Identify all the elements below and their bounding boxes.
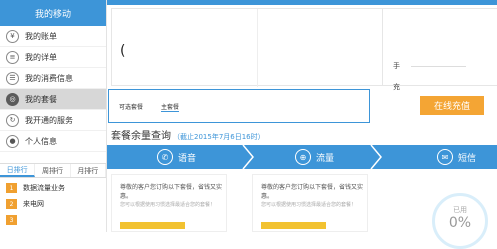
tab-main-package[interactable]: 主套餐 [161, 102, 180, 112]
tab-weekly[interactable]: 周排行 [35, 164, 71, 177]
amount-label: 充 [393, 83, 400, 91]
phone-icon: ✆ [157, 149, 173, 165]
package-icon: ◎ [6, 92, 19, 106]
mail-icon: ✉ [437, 149, 453, 165]
top-accent-bar [107, 0, 497, 5]
voice-card: 尊敬的客户您订购以下套餐，省钱又实惠。 您可以根据使用习惯选择最适合您的套餐！ [111, 174, 227, 232]
tab-data[interactable]: ⊕ 流量 [295, 145, 334, 169]
detail-icon: ≡ [6, 50, 19, 64]
query-title: 套餐余量查询 [111, 131, 171, 142]
list-item[interactable]: 1 数据流量业务 [0, 180, 106, 196]
rank-number: 2 [6, 199, 17, 209]
recharge-button[interactable]: 在线充值 [420, 96, 484, 115]
usage-gauge: 已用 0% [432, 193, 488, 249]
card-hint: 您可以根据使用习惯选择最适合您的套餐！ [120, 202, 216, 208]
sidebar-item-label: 我的套餐 [25, 94, 57, 104]
package-tabs-panel: 可选套餐 主套餐 [108, 89, 370, 123]
tab-daily[interactable]: 日排行 [0, 164, 36, 177]
card-hint: 您可以根据使用习惯选择最适合您的套餐！ [261, 202, 357, 208]
tab-voice[interactable]: ✆ 语音 [157, 145, 196, 169]
tab-label: 流量 [316, 153, 335, 164]
chevron-right-icon [370, 145, 382, 169]
chevron-right-icon [242, 145, 254, 169]
rank-label: 来电网 [23, 200, 44, 208]
query-date: （截止2015年7月6日16时） [173, 133, 265, 141]
card-progress [261, 222, 326, 229]
usage-label: 已用 [453, 206, 467, 214]
info-bracket: ( [120, 43, 126, 59]
sidebar-item-profile[interactable]: ● 个人信息 [0, 131, 106, 152]
page-title: 套餐余量查询 （截止2015年7月6日16时） [111, 127, 265, 142]
list-item[interactable]: 2 来电网 [0, 196, 106, 212]
sidebar-item-label: 个人信息 [25, 136, 57, 146]
user-icon: ● [6, 134, 19, 148]
rank-tabs: 日排行 周排行 月排行 [0, 163, 106, 178]
category-bar: ✆ 语音 ⊕ 流量 ✉ 短信 [107, 145, 497, 169]
card-message: 尊敬的客户您订购以下套餐，省钱又实惠。 [261, 184, 364, 200]
tab-monthly[interactable]: 月排行 [71, 164, 106, 177]
divider [257, 9, 258, 87]
sidebar-item-label: 我开通的服务 [25, 115, 73, 125]
usage-percent: 0% [448, 215, 472, 231]
sidebar-item-consumption[interactable]: ☰ 我的消费信息 [0, 68, 106, 89]
globe-icon: ⊕ [295, 149, 311, 165]
sidebar-item-detail[interactable]: ≡ 我的详单 [0, 47, 106, 68]
sidebar-menu: ¥ 我的账单 ≡ 我的详单 ☰ 我的消费信息 ◎ 我的套餐 ↻ 我开通的服务 ●… [0, 26, 106, 152]
account-info-panel: ( [111, 8, 383, 87]
card-progress [120, 222, 185, 229]
sidebar-item-label: 我的消费信息 [25, 73, 73, 83]
phone-field[interactable] [411, 66, 466, 67]
rank-list: 1 数据流量业务 2 来电网 3 [0, 180, 106, 228]
rank-number: 3 [6, 215, 17, 225]
sidebar-item-services[interactable]: ↻ 我开通的服务 [0, 110, 106, 131]
tab-optional-package[interactable]: 可选套餐 [119, 102, 143, 111]
tab-sms[interactable]: ✉ 短信 [437, 145, 476, 169]
recharge-panel: 手 充 [383, 8, 497, 91]
sidebar-title: 我的移动 [0, 0, 106, 26]
consumption-icon: ☰ [6, 71, 19, 85]
sidebar: 我的移动 ¥ 我的账单 ≡ 我的详单 ☰ 我的消费信息 ◎ 我的套餐 ↻ 我开通… [0, 0, 107, 232]
list-item[interactable]: 3 [0, 212, 106, 228]
phone-label: 手 [393, 62, 400, 70]
rank-label: 数据流量业务 [23, 184, 65, 192]
tab-label: 短信 [458, 153, 477, 164]
sidebar-item-package[interactable]: ◎ 我的套餐 [0, 89, 106, 110]
bill-icon: ¥ [6, 29, 19, 43]
service-icon: ↻ [6, 113, 19, 127]
rank-number: 1 [6, 183, 17, 193]
sidebar-item-label: 我的账单 [25, 31, 57, 41]
data-card: 尊敬的客户您订购以下套餐，省钱又实惠。 您可以根据使用习惯选择最适合您的套餐！ [252, 174, 368, 232]
tab-label: 语音 [178, 153, 197, 164]
sidebar-item-label: 我的详单 [25, 52, 57, 62]
card-message: 尊敬的客户您订购以下套餐，省钱又实惠。 [120, 184, 223, 200]
sidebar-item-bill[interactable]: ¥ 我的账单 [0, 26, 106, 47]
